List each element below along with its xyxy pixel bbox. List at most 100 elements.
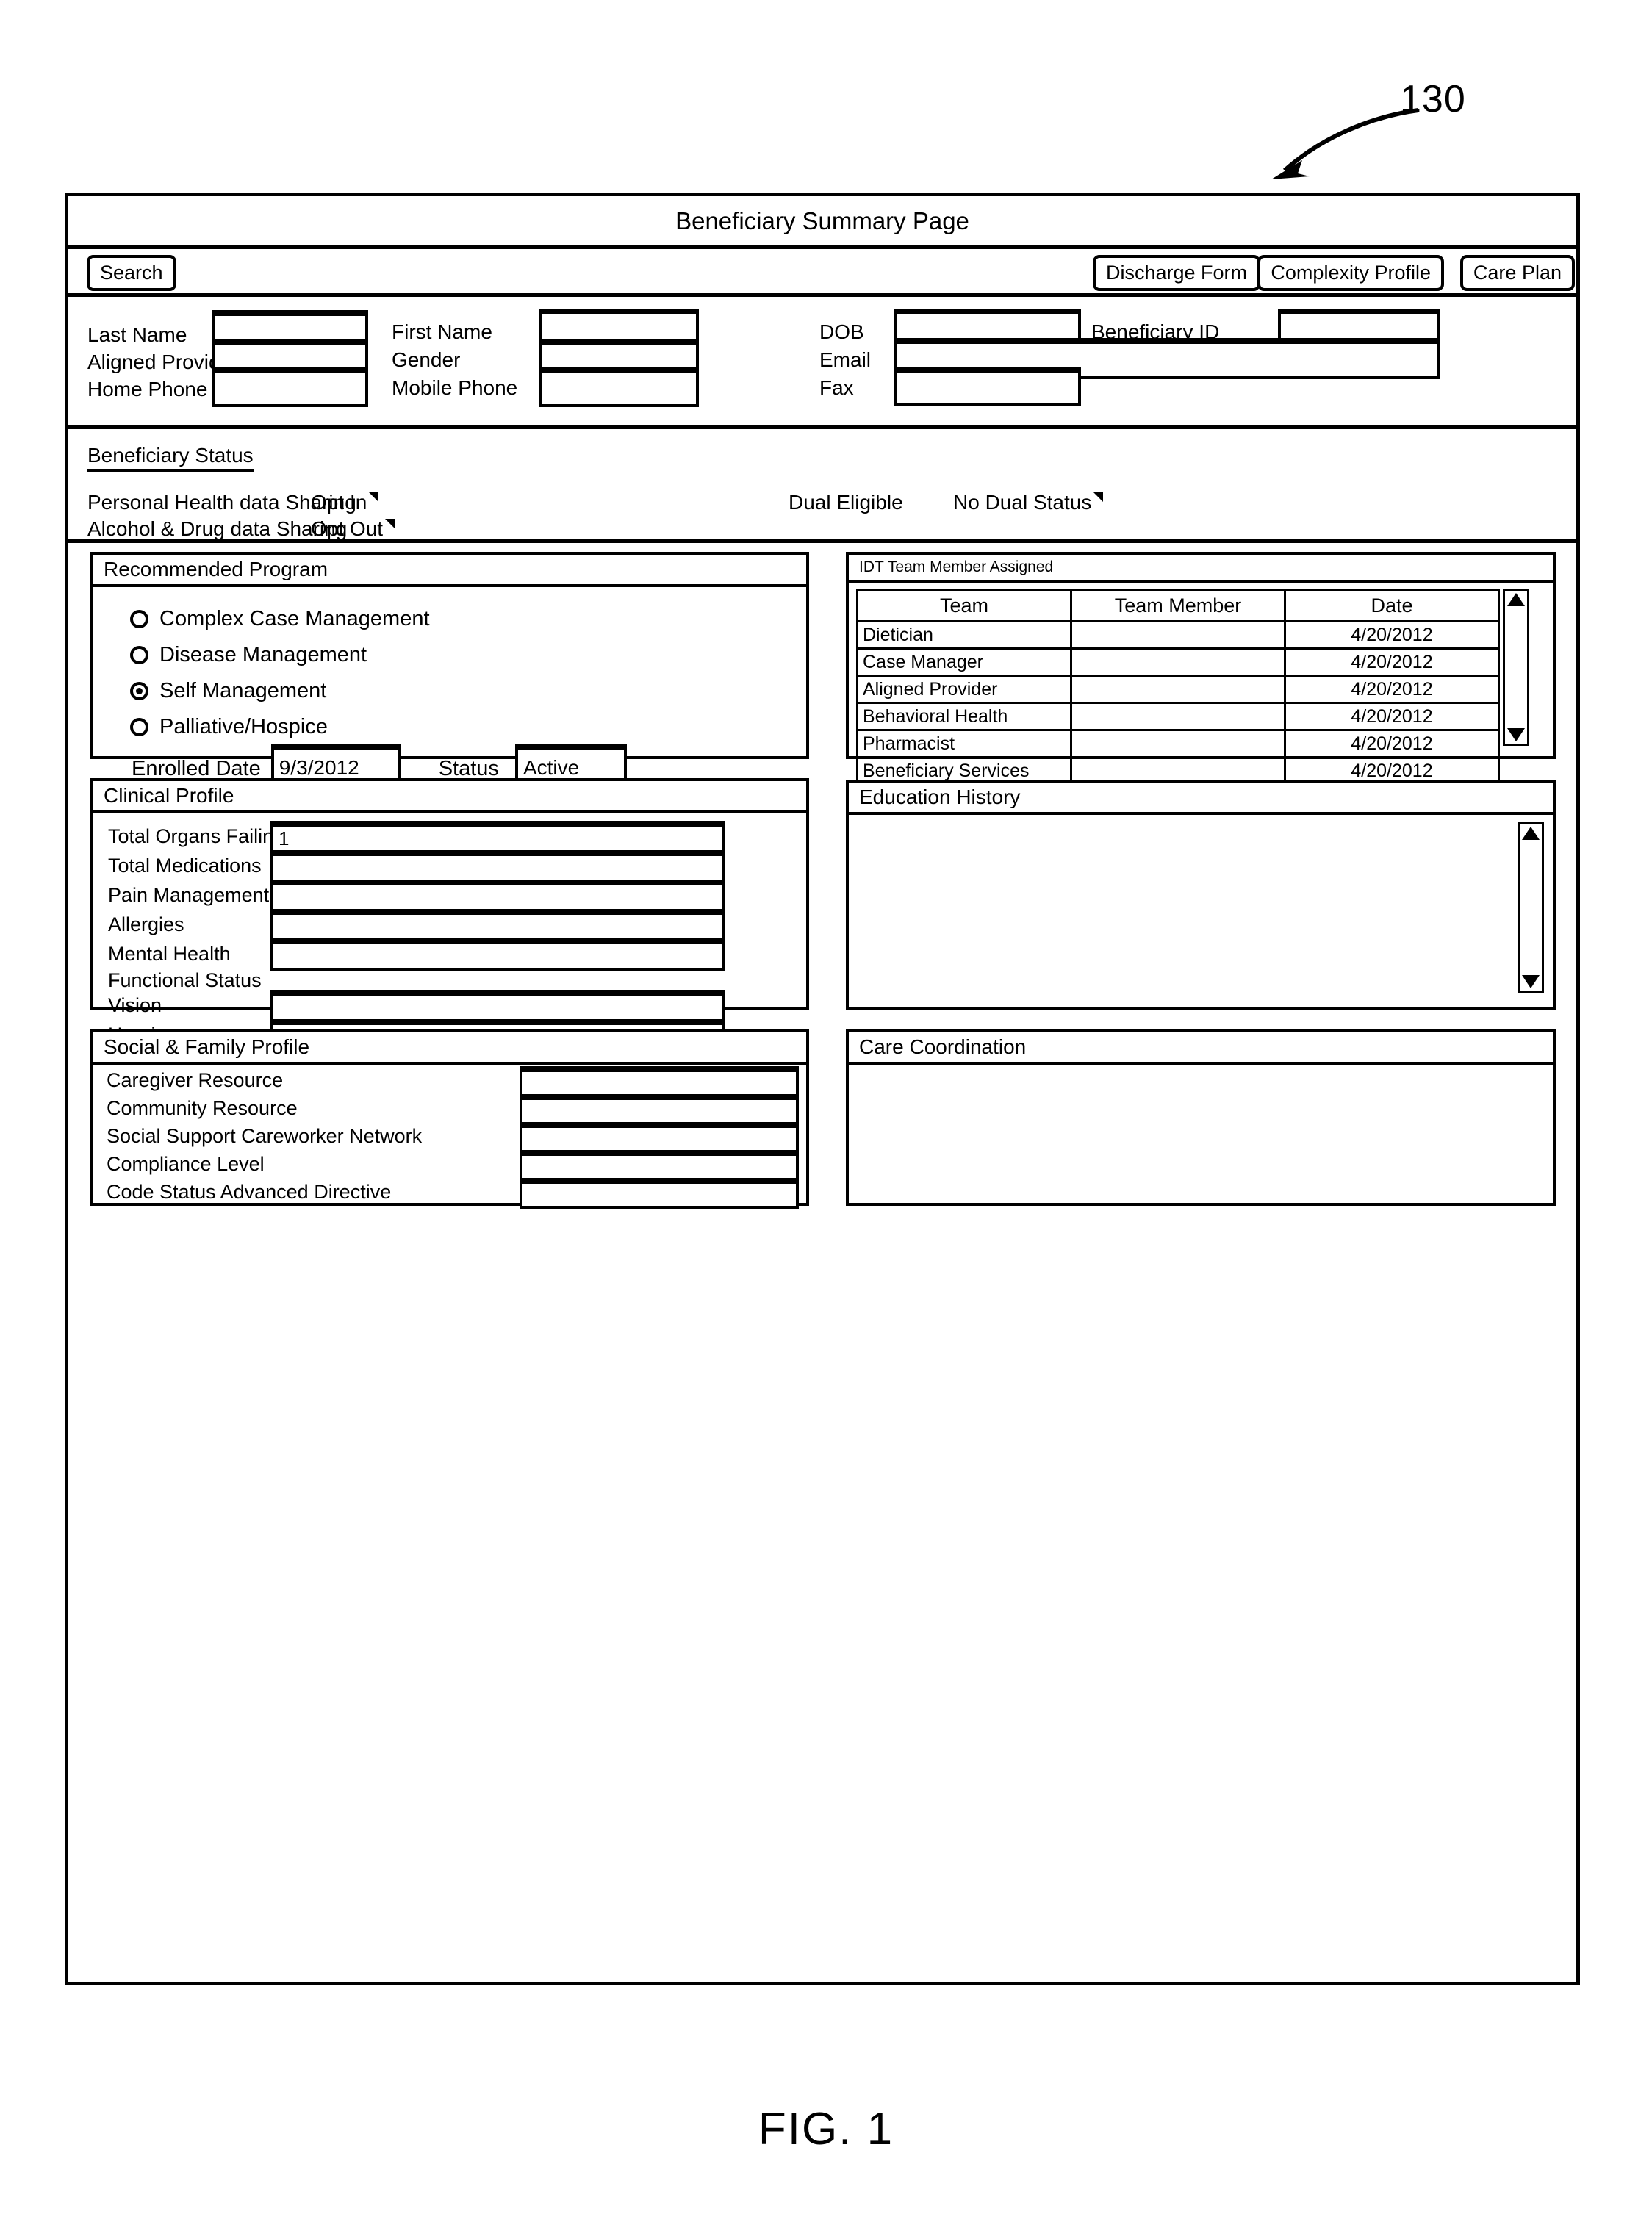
chevron-down-icon bbox=[385, 519, 395, 528]
program-option-palliative-hospice[interactable]: Palliative/Hospice bbox=[130, 713, 430, 741]
search-button[interactable]: Search bbox=[87, 255, 176, 291]
cell-team: Dietician bbox=[856, 620, 1072, 650]
vision-label: Vision bbox=[108, 994, 162, 1016]
cell-team: Case Manager bbox=[856, 647, 1072, 677]
fax-label: Fax bbox=[819, 376, 854, 399]
caregiver-resource-input[interactable] bbox=[520, 1066, 799, 1097]
total-organs-failing-input[interactable]: 1 bbox=[270, 821, 725, 853]
cell-team-member[interactable] bbox=[1070, 647, 1286, 677]
dob-label: DOB bbox=[819, 320, 864, 343]
cell-date: 4/20/2012 bbox=[1284, 729, 1500, 758]
mental-health-label: Mental Health bbox=[108, 943, 231, 965]
complexity-profile-button[interactable]: Complexity Profile bbox=[1257, 255, 1444, 291]
beneficiary-status-section: Beneficiary Status Personal Health data … bbox=[68, 429, 1576, 543]
scroll-down-arrow-icon[interactable] bbox=[1507, 728, 1525, 741]
social-support-careworker-network-input[interactable] bbox=[520, 1122, 799, 1153]
main-content: Recommended Program Complex Case Managem… bbox=[68, 543, 1576, 1978]
discharge-form-button[interactable]: Discharge Form bbox=[1092, 255, 1260, 291]
care-plan-button[interactable]: Care Plan bbox=[1459, 255, 1575, 291]
idt-team-panel: IDT Team Member Assigned Team Team Membe… bbox=[846, 552, 1556, 786]
table-row[interactable]: Aligned Provider 4/20/2012 bbox=[856, 675, 1500, 704]
radio-icon bbox=[130, 610, 148, 628]
cell-team-member[interactable] bbox=[1070, 675, 1286, 704]
program-option-label: Self Management bbox=[159, 679, 327, 702]
alcohol-drug-sharing-label: Alcohol & Drug data Sharing bbox=[87, 517, 348, 540]
education-history-title: Education History bbox=[849, 783, 1553, 815]
personal-health-sharing-dropdown[interactable]: Opt In bbox=[311, 491, 379, 514]
care-coordination-content[interactable] bbox=[858, 1072, 1544, 1193]
education-history-scrollbar[interactable] bbox=[1518, 822, 1544, 993]
title-bar: Beneficiary Summary Page bbox=[68, 196, 1576, 249]
table-row[interactable]: Dietician 4/20/2012 bbox=[856, 620, 1500, 650]
cell-date: 4/20/2012 bbox=[1284, 702, 1500, 731]
home-phone-input[interactable] bbox=[212, 367, 368, 407]
pain-management-label: Pain Management bbox=[108, 884, 270, 906]
table-row[interactable]: Behavioral Health 4/20/2012 bbox=[856, 702, 1500, 731]
program-option-complex-case-management[interactable]: Complex Case Management bbox=[130, 605, 430, 633]
table-header-row: Team Team Member Date bbox=[856, 589, 1500, 622]
mental-health-input[interactable] bbox=[270, 938, 725, 971]
radio-icon-selected bbox=[130, 682, 148, 700]
care-coordination-panel: Care Coordination bbox=[846, 1029, 1556, 1206]
cell-team-member[interactable] bbox=[1070, 702, 1286, 731]
total-medications-input[interactable] bbox=[270, 850, 725, 883]
dual-eligible-dropdown[interactable]: No Dual Status bbox=[953, 491, 1104, 514]
table-row[interactable]: Pharmacist 4/20/2012 bbox=[856, 729, 1500, 758]
cell-date: 4/20/2012 bbox=[1284, 647, 1500, 677]
cell-team-member[interactable] bbox=[1070, 729, 1286, 758]
code-status-advanced-directive-input[interactable] bbox=[520, 1178, 799, 1209]
gender-label: Gender bbox=[392, 348, 461, 371]
fax-input[interactable] bbox=[894, 367, 1081, 406]
recommended-program-radio-group: Complex Case Management Disease Manageme… bbox=[130, 605, 430, 749]
program-option-label: Complex Case Management bbox=[159, 607, 430, 630]
first-name-label: First Name bbox=[392, 320, 492, 343]
cell-team: Behavioral Health bbox=[856, 702, 1072, 731]
scroll-up-arrow-icon[interactable] bbox=[1507, 593, 1525, 606]
beneficiary-status-heading: Beneficiary Status bbox=[87, 444, 254, 472]
table-row[interactable]: Case Manager 4/20/2012 bbox=[856, 647, 1500, 677]
cell-team: Pharmacist bbox=[856, 729, 1072, 758]
column-header-team: Team bbox=[856, 589, 1072, 622]
radio-icon bbox=[130, 646, 148, 664]
personal-health-sharing-value: Opt In bbox=[311, 491, 367, 514]
column-header-date: Date bbox=[1284, 589, 1500, 622]
demographics-section: Last Name First Name DOB Beneficiary ID … bbox=[68, 297, 1576, 429]
figure-leader-arrow-icon bbox=[1271, 108, 1419, 179]
care-coordination-title: Care Coordination bbox=[849, 1032, 1553, 1065]
program-option-label: Palliative/Hospice bbox=[159, 715, 328, 738]
scroll-up-arrow-icon[interactable] bbox=[1522, 827, 1540, 840]
clinical-profile-title: Clinical Profile bbox=[93, 781, 806, 813]
figure-caption: FIG. 1 bbox=[758, 2104, 894, 2154]
allergies-input[interactable] bbox=[270, 909, 725, 941]
social-family-profile-title: Social & Family Profile bbox=[93, 1032, 806, 1065]
mobile-phone-label: Mobile Phone bbox=[392, 376, 518, 399]
allergies-label: Allergies bbox=[108, 913, 184, 935]
scroll-down-arrow-icon[interactable] bbox=[1522, 975, 1540, 988]
alcohol-drug-sharing-value: Opt Out bbox=[311, 517, 384, 540]
pain-management-input[interactable] bbox=[270, 880, 725, 912]
program-option-disease-management[interactable]: Disease Management bbox=[130, 641, 430, 669]
education-history-panel: Education History bbox=[846, 780, 1556, 1010]
email-label: Email bbox=[819, 348, 872, 371]
education-history-content[interactable] bbox=[858, 822, 1509, 997]
program-option-self-management[interactable]: Self Management bbox=[130, 677, 430, 705]
alcohol-drug-sharing-dropdown[interactable]: Opt Out bbox=[311, 517, 395, 541]
functional-status-label: Functional Status bbox=[108, 969, 262, 991]
idt-team-scrollbar[interactable] bbox=[1503, 589, 1529, 746]
chevron-down-icon bbox=[369, 492, 379, 502]
mobile-phone-input[interactable] bbox=[539, 367, 699, 407]
cell-team-member[interactable] bbox=[1070, 620, 1286, 650]
compliance-level-label: Compliance Level bbox=[107, 1153, 265, 1175]
cell-date: 4/20/2012 bbox=[1284, 620, 1500, 650]
dual-eligible-value: No Dual Status bbox=[953, 491, 1092, 514]
community-resource-input[interactable] bbox=[520, 1094, 799, 1125]
social-support-careworker-network-label: Social Support Careworker Network bbox=[107, 1125, 423, 1147]
total-medications-label: Total Medications bbox=[108, 855, 262, 877]
vision-input[interactable] bbox=[270, 990, 725, 1022]
idt-team-title: IDT Team Member Assigned bbox=[849, 555, 1553, 583]
home-phone-label: Home Phone bbox=[87, 378, 208, 400]
caregiver-resource-label: Caregiver Resource bbox=[107, 1069, 284, 1091]
last-name-label: Last Name bbox=[87, 323, 187, 346]
compliance-level-input[interactable] bbox=[520, 1150, 799, 1181]
clinical-profile-panel: Clinical Profile Total Organs Failing 1 … bbox=[90, 778, 809, 1052]
